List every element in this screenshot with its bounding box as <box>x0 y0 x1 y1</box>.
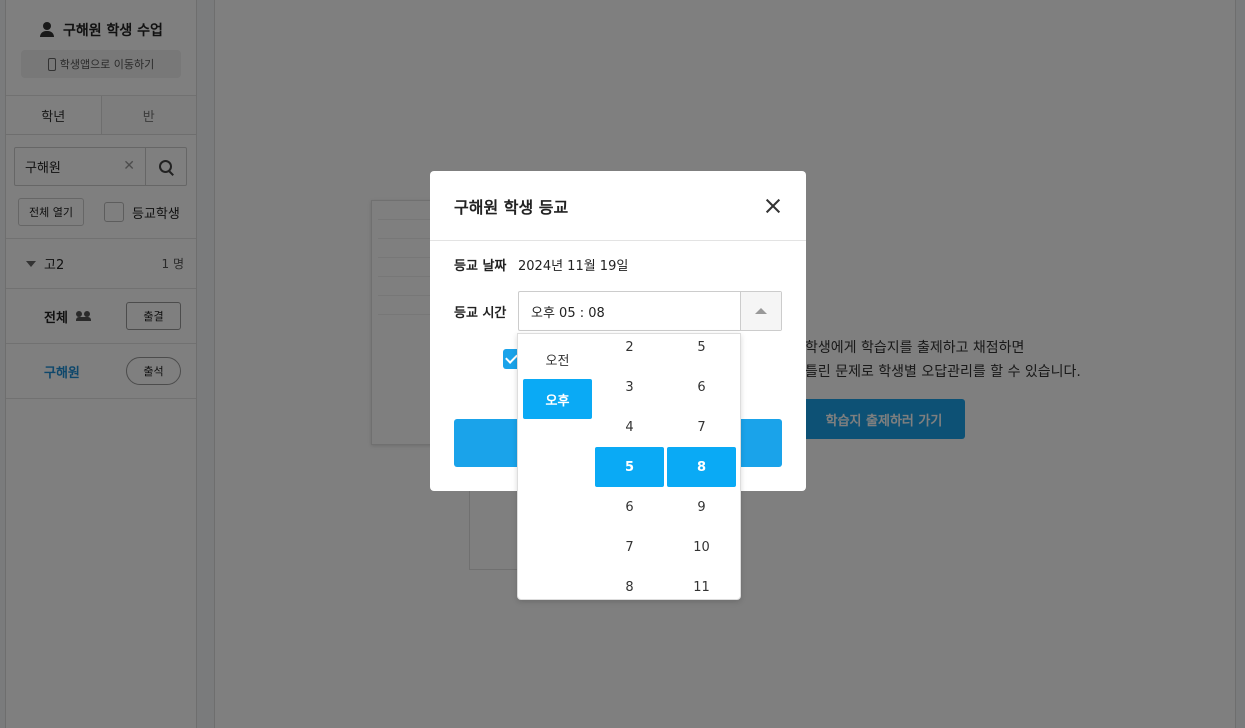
minute-option[interactable]: 9 <box>667 487 736 527</box>
hour-option[interactable]: 3 <box>595 367 664 407</box>
hour-option-selected[interactable]: 5 <box>595 447 664 487</box>
modal-header: 구해원 학생 등교 <box>430 171 806 241</box>
time-label: 등교 시간 <box>454 305 507 321</box>
date-label: 등교 날짜 <box>454 258 507 274</box>
time-value: 오후 05 : 08 <box>531 305 605 321</box>
ampm-option-pm[interactable]: 오후 <box>523 379 592 419</box>
time-row: 등교 시간 오후 05 : 08 <box>430 291 806 331</box>
time-toggle-button[interactable] <box>740 292 781 330</box>
date-value: 2024년 11월 19일 <box>518 258 629 274</box>
minute-option[interactable]: 5 <box>667 334 736 367</box>
minute-option[interactable]: 6 <box>667 367 736 407</box>
hour-option[interactable]: 2 <box>595 334 664 367</box>
minute-option[interactable]: 10 <box>667 527 736 567</box>
chevron-up-icon <box>755 308 767 314</box>
minute-option-selected[interactable]: 8 <box>667 447 736 487</box>
hour-option[interactable]: 6 <box>595 487 664 527</box>
hour-option[interactable]: 8 <box>595 567 664 599</box>
modal-title: 구해원 학생 등교 <box>454 197 569 217</box>
minute-option[interactable]: 11 <box>667 567 736 599</box>
close-icon[interactable] <box>764 197 782 215</box>
minute-option[interactable]: 7 <box>667 407 736 447</box>
time-picker-dropdown: 오전 오후 2 3 4 5 6 7 8 5 6 7 8 9 10 11 <box>517 333 741 600</box>
time-select[interactable]: 오후 05 : 08 <box>518 291 782 331</box>
ampm-option-am[interactable]: 오전 <box>523 339 592 379</box>
hour-option[interactable]: 4 <box>595 407 664 447</box>
date-row: 등교 날짜 2024년 11월 19일 <box>430 254 806 274</box>
hour-option[interactable]: 7 <box>595 527 664 567</box>
